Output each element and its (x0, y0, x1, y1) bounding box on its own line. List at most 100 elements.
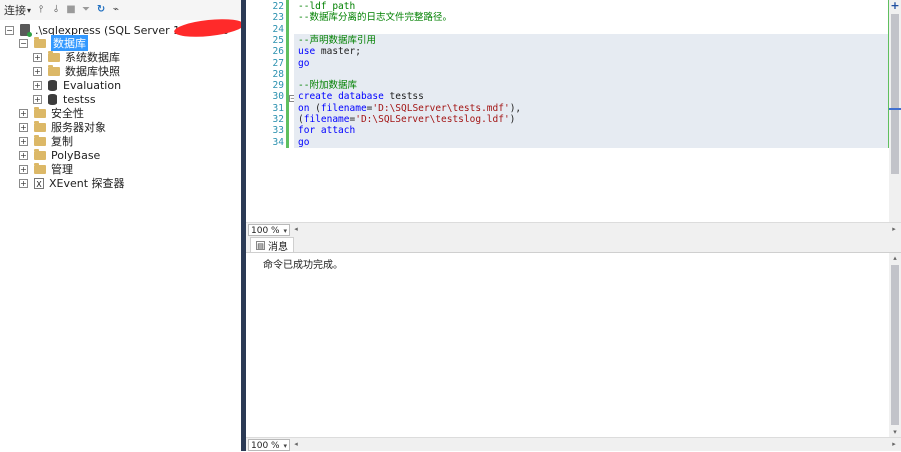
code-token: --附加数据库 (298, 80, 357, 92)
code-area[interactable]: --ldf_path --数据库分离的日志文件完整路径。 --声明数据库引用 use … (294, 0, 890, 222)
tree-node-polybase[interactable]: + PolyBase (19, 148, 100, 162)
results-pane[interactable]: 命令已成功完成。 ▴ ▾ (246, 252, 901, 437)
collapse-icon[interactable]: − (19, 38, 28, 48)
folder-icon (34, 134, 46, 146)
code-line: (filename='D:\SQLServer\testslog.ldf') (298, 114, 515, 126)
tree-node-label: 数据库快照 (65, 65, 120, 78)
code-token: on (298, 102, 310, 114)
code-line: create database testss (298, 91, 424, 103)
stop-icon[interactable]: ■ (66, 4, 76, 16)
code-line: for attach (298, 125, 355, 137)
line-number: 23 (272, 12, 284, 24)
code-token: 'D:\SQLServer\testslog.ldf' (355, 114, 510, 125)
object-explorer-toolbar: 连接 ▾ ⫯ ⫰ ■ ⏷ ↻ ⌁ (0, 0, 241, 20)
editor-zoom-select[interactable]: 100 % ▾ (248, 224, 290, 236)
connect-button[interactable]: 连接 ▾ (4, 2, 31, 18)
tree-node-management[interactable]: + 管理 (19, 162, 73, 176)
scroll-right-icon[interactable]: ▸ (890, 225, 898, 233)
code-token: --声明数据库引用 (298, 34, 376, 46)
line-number: 34 (272, 136, 284, 148)
line-number: 27 (272, 57, 284, 69)
tab-label: 消息 (268, 241, 288, 253)
expand-icon[interactable]: + (33, 52, 42, 62)
tree-node-label: Evaluation (63, 78, 122, 92)
tree-node-server-objects[interactable]: + 服务器对象 (19, 120, 106, 134)
expand-icon[interactable]: + (33, 66, 42, 76)
scroll-left-icon[interactable]: ◂ (292, 440, 300, 448)
code-token: filename (320, 102, 367, 114)
results-zoom-select[interactable]: 100 % ▾ (248, 439, 290, 451)
tree-node-security[interactable]: + 安全性 (19, 106, 84, 120)
expand-icon[interactable]: + (19, 108, 28, 118)
code-token: master (315, 46, 356, 58)
tree-node-replication[interactable]: + 复制 (19, 134, 73, 148)
tab-messages[interactable]: ▤ 消息 (250, 237, 294, 253)
tree-node-system-databases[interactable]: + 系统数据库 (33, 50, 120, 64)
scrollbar-thumb[interactable] (891, 265, 899, 425)
scroll-right-icon[interactable]: ▸ (890, 440, 898, 448)
results-vertical-scrollbar[interactable]: ▴ ▾ (889, 253, 901, 437)
line-number: 28 (272, 68, 284, 80)
tree-node-label: 复制 (51, 135, 73, 148)
scroll-down-icon[interactable]: ▾ (891, 428, 899, 436)
line-number: 26 (272, 46, 284, 58)
chevron-down-icon[interactable]: ▾ (283, 440, 287, 452)
tree-node-xevent-profiler[interactable]: + X XEvent 探查器 (19, 176, 125, 190)
code-token: use (298, 46, 316, 58)
zoom-value: 100 % (251, 441, 280, 451)
code-token: --ldf_path (298, 1, 356, 12)
expand-icon[interactable]: + (19, 136, 28, 146)
folder-icon (34, 148, 46, 160)
expand-icon[interactable]: + (19, 164, 28, 174)
results-tabstrip: ▤ 消息 (246, 236, 901, 253)
tree-node-databases[interactable]: − 数据库 (19, 35, 88, 51)
split-editor-icon[interactable]: + (889, 0, 901, 12)
collapse-icon[interactable]: − (5, 25, 14, 35)
refresh-icon[interactable]: ↻ (96, 4, 106, 16)
editor-horizontal-scrollbar[interactable]: 100 % ▾ ◂ ▸ (246, 222, 901, 236)
database-icon (48, 93, 57, 105)
code-token: testss (383, 91, 424, 103)
tree-node-database-snapshots[interactable]: + 数据库快照 (33, 64, 120, 78)
code-token: ( (309, 102, 321, 114)
connect-dropdown-icon[interactable]: ▾ (27, 6, 31, 15)
code-line: --声明数据库引用 (298, 35, 376, 47)
line-number: 29 (272, 80, 284, 92)
folder-icon (34, 36, 46, 48)
code-line: --附加数据库 (298, 80, 357, 92)
expand-icon[interactable]: + (19, 178, 28, 188)
expand-icon[interactable]: + (19, 122, 28, 132)
tree-node-label: PolyBase (51, 148, 101, 162)
scrollbar-caret-marker (889, 108, 901, 110)
filter-icon[interactable]: ⏷ (81, 4, 91, 16)
xevent-icon: X (34, 177, 44, 189)
code-token: database (338, 91, 384, 103)
tree-node-evaluation[interactable]: + Evaluation (33, 78, 121, 92)
code-token: for attach (298, 125, 356, 137)
code-line: on (filename='D:\SQLServer\tests.mdf'), (298, 103, 521, 115)
database-icon (48, 79, 57, 91)
tree-node-label: XEvent 探查器 (49, 177, 125, 190)
editor-vertical-scrollbar[interactable] (889, 0, 901, 222)
activity-monitor-icon[interactable]: ⌁ (111, 4, 121, 16)
tree-node-label: testss (63, 92, 96, 106)
change-tracking-bar (286, 0, 289, 148)
code-token: filename (303, 114, 350, 125)
result-message: 命令已成功完成。 (263, 260, 343, 271)
folder-icon (34, 162, 46, 174)
code-line: go (298, 58, 309, 70)
zoom-value: 100 % (251, 226, 280, 236)
disconnect-icon[interactable]: ⫰ (51, 4, 61, 16)
scroll-up-icon[interactable]: ▴ (891, 254, 899, 262)
expand-icon[interactable]: + (19, 150, 28, 160)
scrollbar-thumb[interactable] (891, 14, 899, 174)
expand-icon[interactable]: + (33, 80, 42, 90)
expand-icon[interactable]: + (33, 94, 42, 104)
connect-object-icon[interactable]: ⫯ (36, 4, 46, 16)
code-token: ), (509, 102, 522, 114)
query-editor[interactable]: 22 23 24 25 26 27 28 29 30 31 32 33 34 − --ldf_path -… (246, 0, 901, 222)
scroll-left-icon[interactable]: ◂ (292, 225, 300, 233)
tree-node-testss[interactable]: + testss (33, 92, 96, 106)
code-token: --数据库分离的日志文件完整路径。 (298, 12, 452, 24)
results-horizontal-scrollbar[interactable]: 100 % ▾ ◂ ▸ (246, 437, 901, 451)
